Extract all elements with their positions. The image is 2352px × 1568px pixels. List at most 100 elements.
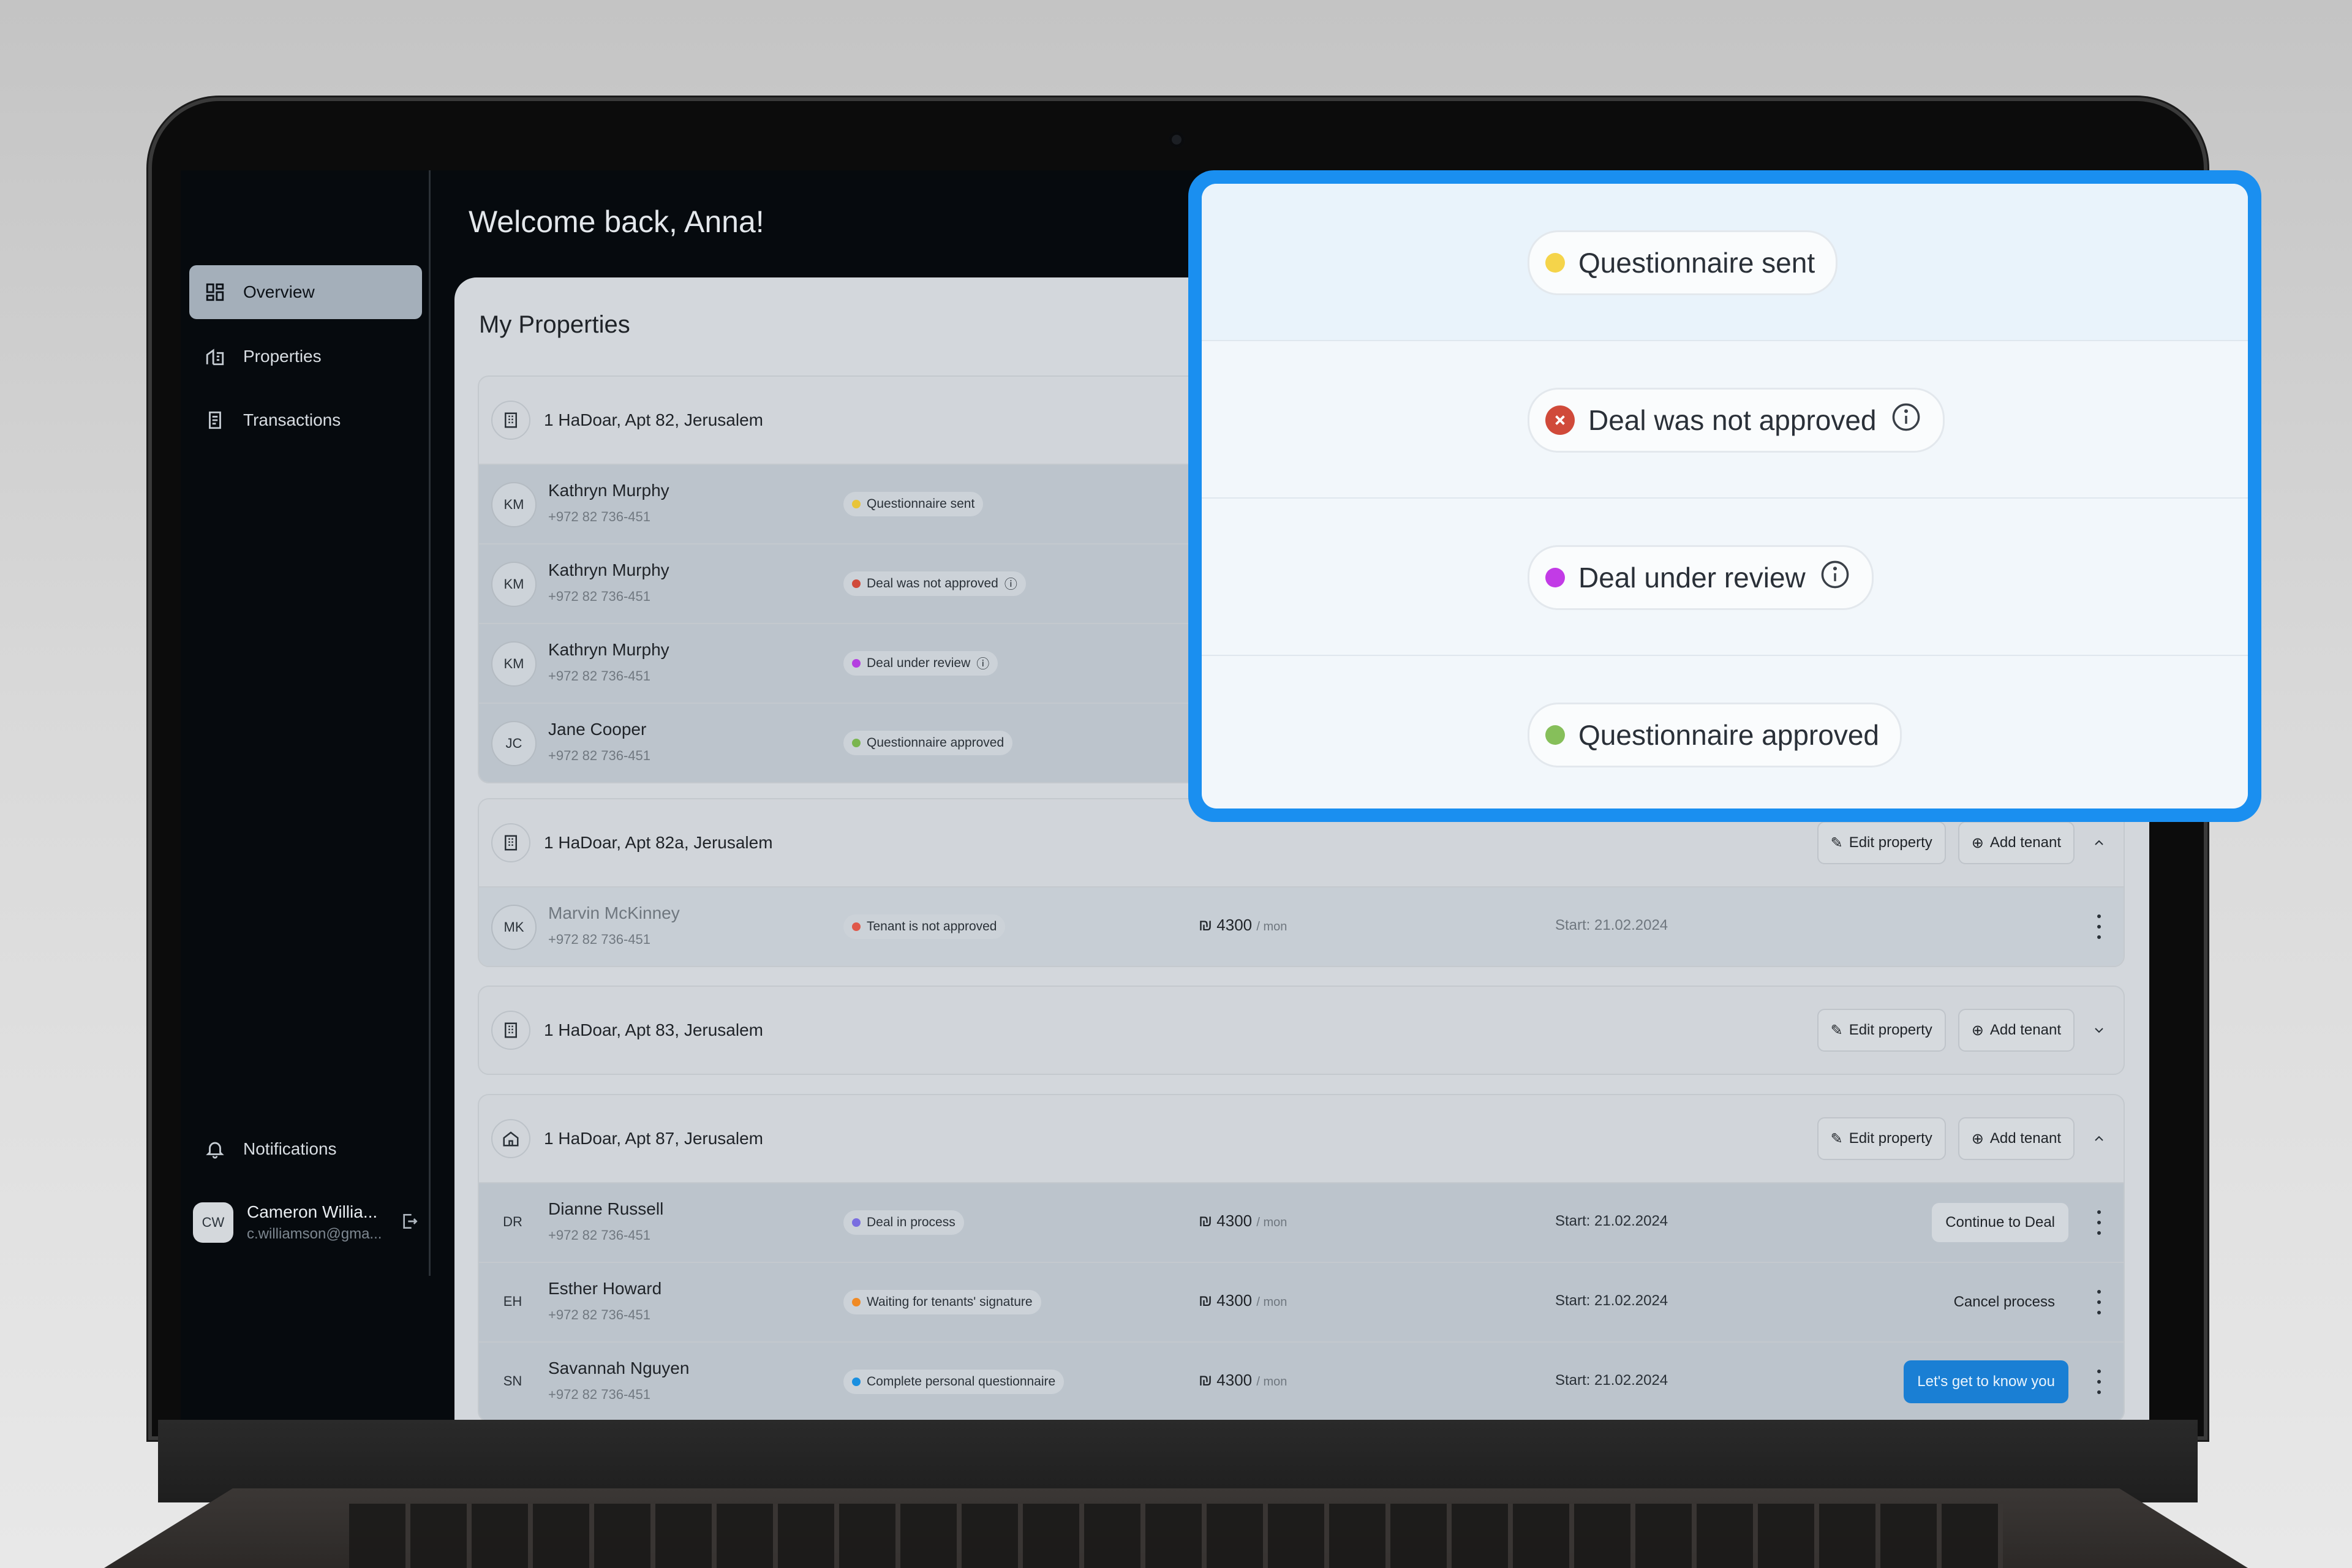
property-card: 1 HaDoar, Apt 83, Jerusalem ✎ Edit proper…: [478, 986, 2125, 1075]
status-badge: Questionnaire approved: [1528, 703, 1902, 767]
edit-property-button[interactable]: ✎ Edit property: [1817, 1009, 1946, 1052]
tenant-name: Esther Howard: [548, 1279, 662, 1298]
status-badge: Complete personal questionnaire: [843, 1370, 1065, 1394]
callout-row: Deal was not approved: [1202, 341, 2248, 499]
more-icon[interactable]: [2093, 914, 2105, 939]
add-user-icon: ⊕: [1971, 1130, 1984, 1147]
logout-icon[interactable]: [400, 1212, 420, 1234]
page-title: Welcome back, Anna!: [469, 205, 764, 239]
table-row[interactable]: SN Savannah Nguyen +972 82 736-451 Compl…: [479, 1341, 2124, 1420]
chevron-down-icon[interactable]: [2087, 1018, 2111, 1042]
avatar: JC: [491, 721, 537, 766]
avatar: KM: [491, 562, 537, 607]
add-tenant-button[interactable]: ⊕ Add tenant: [1958, 821, 2075, 864]
chevron-up-icon[interactable]: [2087, 831, 2111, 855]
tenant-name: Marvin McKinney: [548, 903, 680, 922]
status-dot: [1545, 253, 1565, 273]
property-address: 1 HaDoar, Apt 82a, Jerusalem: [544, 833, 773, 852]
user-email: c.williamson@gma...: [247, 1226, 382, 1242]
house-icon: [491, 1119, 530, 1158]
table-row[interactable]: EH Esther Howard +972 82 736-451 Waiting…: [479, 1262, 2124, 1341]
user-name: Cameron Willia...: [247, 1202, 378, 1221]
sidebar-item-notifications[interactable]: Notifications: [189, 1122, 422, 1176]
sidebar-item-label: Transactions: [243, 410, 341, 429]
property-header[interactable]: 1 HaDoar, Apt 83, Jerusalem ✎ Edit proper…: [479, 987, 2124, 1074]
more-icon[interactable]: [2093, 1370, 2105, 1394]
callout-row: Questionnaire sent: [1202, 184, 2248, 341]
status-badge: Waiting for tenants' signature: [843, 1290, 1041, 1314]
apartment-icon: [491, 401, 530, 440]
avatar: SN: [503, 1373, 522, 1389]
rent-price: ₪ 4300 / mon: [1199, 916, 1287, 934]
tenant-phone: +972 82 736-451: [548, 509, 650, 524]
property-address: 1 HaDoar, Apt 83, Jerusalem: [544, 1020, 763, 1039]
rent-price: ₪ 4300 / mon: [1199, 1212, 1287, 1230]
add-tenant-button[interactable]: ⊕ Add tenant: [1958, 1117, 2075, 1160]
tenant-name: Kathryn Murphy: [548, 560, 669, 579]
tenant-phone: +972 82 736-451: [548, 668, 650, 684]
tenant-phone: +972 82 736-451: [548, 589, 650, 604]
status-badge: Questionnaire sent: [1528, 230, 1838, 295]
status-dot: [1545, 725, 1565, 745]
section-title: My Properties: [479, 311, 630, 338]
continue-to-deal-button[interactable]: Continue to Deal: [1932, 1203, 2068, 1242]
status-badge: Deal in process: [843, 1210, 964, 1235]
sidebar-item-transactions[interactable]: Transactions: [189, 393, 422, 447]
add-user-icon: ⊕: [1971, 834, 1984, 851]
status-badge: Tenant is not approved: [843, 914, 1006, 939]
user-profile[interactable]: CW Cameron Willia... c.williamson@gma...: [193, 1192, 426, 1253]
chevron-up-icon[interactable]: [2087, 1126, 2111, 1151]
start-date: Start: 21.02.2024: [1555, 1292, 1668, 1309]
pencil-icon: ✎: [1830, 1022, 1843, 1039]
status-badge: Deal under review: [1528, 545, 1874, 610]
tenant-phone: +972 82 736-451: [548, 1307, 650, 1322]
status-dot: [1545, 568, 1565, 587]
table-row[interactable]: MK Marvin McKinney +972 82 736-451 Tenan…: [479, 886, 2124, 966]
property-address: 1 HaDoar, Apt 87, Jerusalem: [544, 1129, 763, 1148]
apartment-icon: [491, 823, 530, 862]
sidebar-item-label: Properties: [243, 347, 322, 366]
avatar: MK: [491, 905, 537, 950]
property-address: 1 HaDoar, Apt 82, Jerusalem: [544, 410, 763, 429]
info-icon[interactable]: [1890, 401, 1922, 440]
tenant-phone: +972 82 736-451: [548, 1227, 650, 1243]
tenant-phone: +972 82 736-451: [548, 748, 650, 763]
receipt-icon: [203, 408, 227, 432]
tenant-name: Savannah Nguyen: [548, 1359, 690, 1378]
tenant-phone: +972 82 736-451: [548, 932, 650, 947]
avatar: KM: [491, 482, 537, 527]
callout-row: Questionnaire approved: [1202, 656, 2248, 809]
sidebar-item-overview[interactable]: Overview: [189, 265, 422, 319]
tenant-name: Dianne Russell: [548, 1199, 664, 1218]
sidebar-item-properties[interactable]: Properties: [189, 330, 422, 383]
tenant-name: Kathryn Murphy: [548, 640, 669, 659]
more-icon[interactable]: [2093, 1210, 2105, 1235]
keyboard: [349, 1504, 2003, 1568]
rent-price: ₪ 4300 / mon: [1199, 1371, 1287, 1389]
building-icon: [203, 344, 227, 369]
get-to-know-you-button[interactable]: Let's get to know you: [1904, 1360, 2068, 1403]
more-icon[interactable]: [2093, 1290, 2105, 1314]
property-header[interactable]: 1 HaDoar, Apt 87, Jerusalem ✎ Edit proper…: [479, 1095, 2124, 1182]
add-tenant-button[interactable]: ⊕ Add tenant: [1958, 1009, 2075, 1052]
info-icon[interactable]: [1819, 559, 1851, 597]
add-user-icon: ⊕: [1971, 1022, 1984, 1039]
cancel-process-button[interactable]: Cancel process: [1940, 1283, 2068, 1322]
callout-row: Deal under review: [1202, 499, 2248, 656]
camera: [1169, 132, 1185, 148]
edit-property-button[interactable]: ✎ Edit property: [1817, 1117, 1946, 1160]
table-row[interactable]: DR Dianne Russell +972 82 736-451 Deal i…: [479, 1182, 2124, 1262]
pencil-icon: ✎: [1830, 834, 1843, 851]
property-card: 1 HaDoar, Apt 82a, Jerusalem ✎ Edit prope…: [478, 798, 2125, 967]
tenant-name: Kathryn Murphy: [548, 481, 669, 500]
property-card: 1 HaDoar, Apt 87, Jerusalem ✎ Edit proper…: [478, 1094, 2125, 1420]
status-badge: Questionnaire approved: [843, 731, 1013, 755]
avatar: DR: [503, 1214, 522, 1229]
apartment-icon: [491, 1011, 530, 1050]
start-date: Start: 21.02.2024: [1555, 917, 1668, 933]
status-badge: Questionnaire sent: [843, 492, 984, 516]
edit-property-button[interactable]: ✎ Edit property: [1817, 821, 1946, 864]
rent-price: ₪ 4300 / mon: [1199, 1291, 1287, 1310]
status-zoom-callout: Questionnaire sent Deal was not approved…: [1188, 170, 2261, 822]
pencil-icon: ✎: [1830, 1130, 1843, 1147]
